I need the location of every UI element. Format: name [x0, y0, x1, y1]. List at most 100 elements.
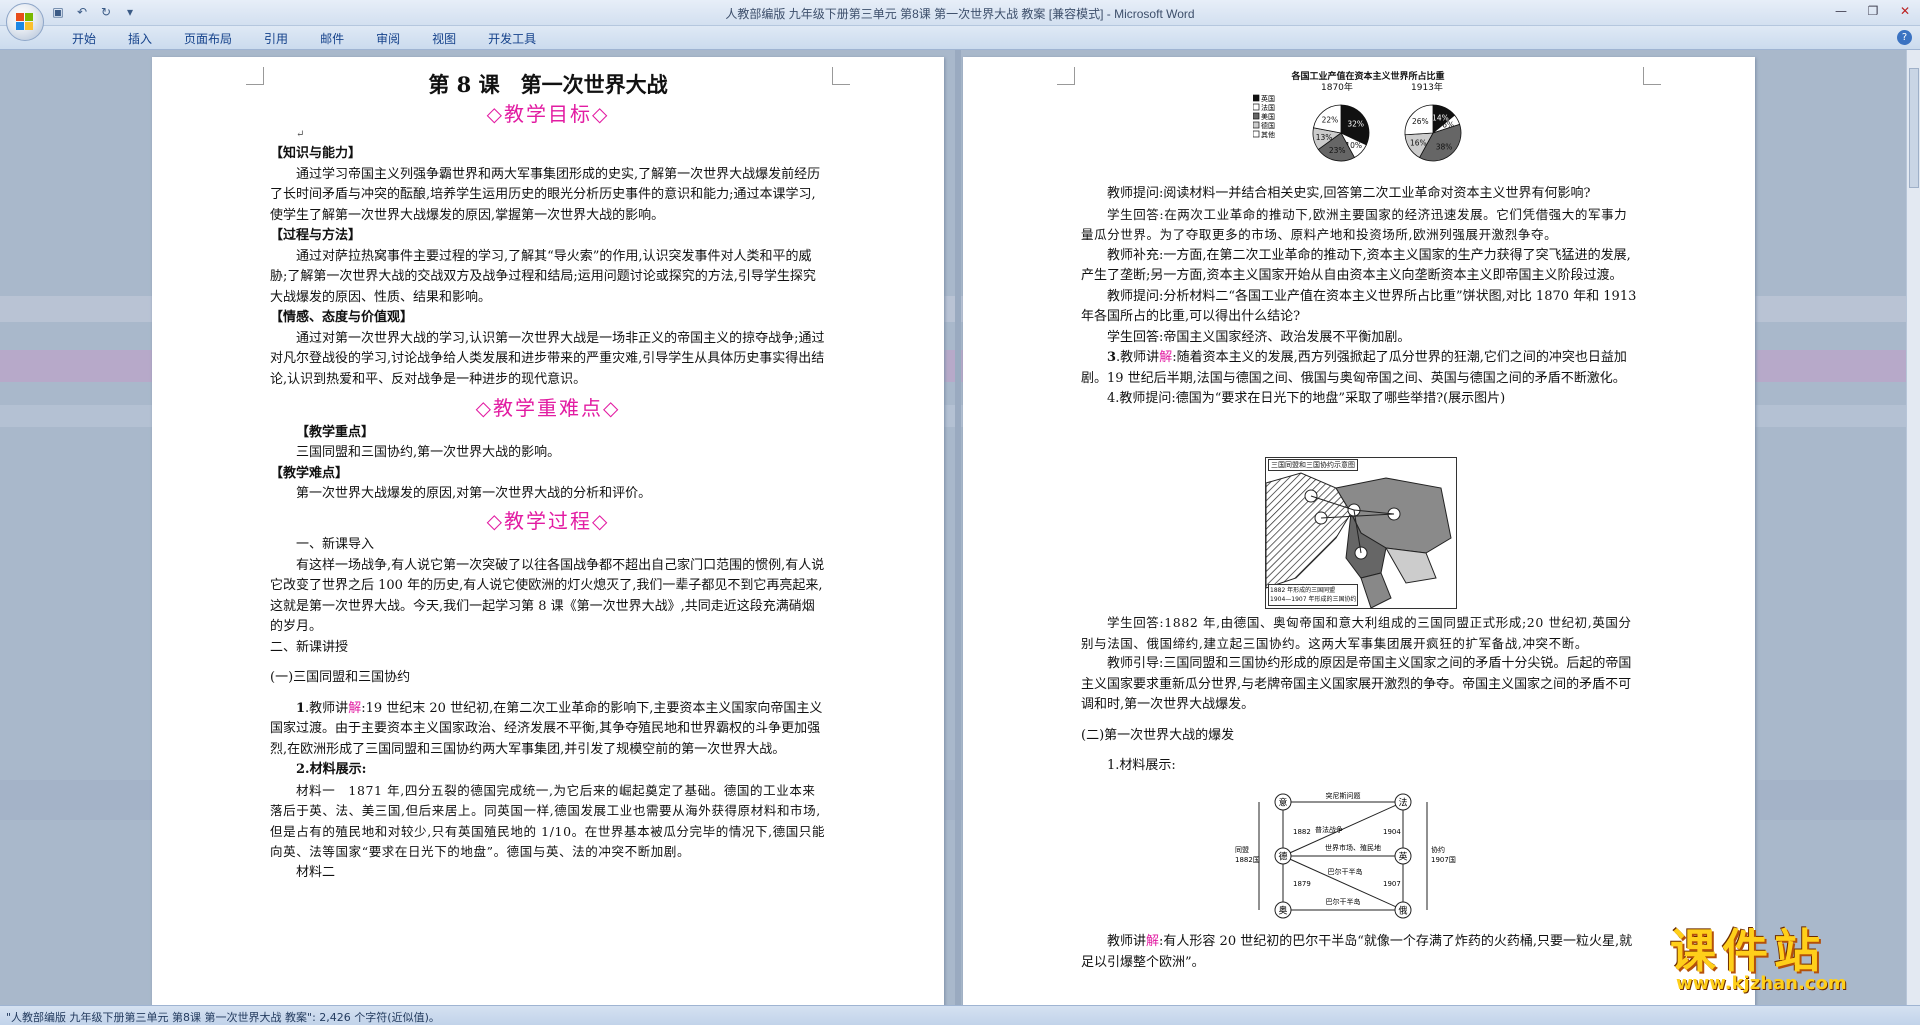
pie-legend-swatch: [1253, 112, 1260, 120]
margin-corner: [246, 67, 264, 85]
office-logo-icon: [16, 13, 34, 31]
section-head: (一)三国同盟和三国协约: [270, 670, 411, 685]
body-paragraph: 通过对萨拉热窝事件主要过程的学习,了解其“导火索”的作用,认识突发事件对人类和平…: [270, 248, 816, 305]
tab-developer[interactable]: 开发工具: [474, 30, 550, 48]
pie-1870-slice-label: 13%: [1316, 133, 1333, 142]
pie-1870-slice-label: 32%: [1347, 120, 1364, 129]
tab-references[interactable]: 引用: [250, 30, 302, 48]
pie-legend-label: 德国: [1261, 121, 1275, 130]
map-title: 三国同盟和三国协约示意图: [1268, 459, 1358, 471]
body-paragraph: 4.教师提问:德国为“要求在日光下的地盘”采取了哪些举措?(展示图片): [1107, 391, 1506, 406]
industry-share-figure: 各国工业产值在资本主义世界所占比重 1870年 1913年 英国 法国 美国 德国 其他…: [1253, 69, 1483, 189]
pie-legend-label: 美国: [1261, 112, 1275, 121]
body-paragraph: 学生回答:帝国主义国家经济、政治发展不平衡加剧。: [1107, 329, 1411, 345]
title-bar: ▣ ↶ ↻ ▾ 人教部编版 九年级下册第三单元 第8课 第一次世界大战 教案 […: [0, 0, 1920, 41]
tab-home[interactable]: 开始: [58, 30, 110, 48]
body-paragraph: 教师引导:三国同盟和三国协约形成的原因是帝国主义国家之间的矛盾十分尖锐。后起的帝…: [1081, 656, 1632, 712]
marked-text: 解: [1146, 934, 1160, 949]
body-paragraph: 第一次世界大战爆发的原因,对第一次世界大战的分析和评价。: [296, 486, 652, 501]
heading-teaching-process: ◇教学过程◇: [486, 508, 610, 533]
diagram-label: 1882: [1293, 828, 1311, 836]
document-page-left[interactable]: 第 8 课 第一次世界大战 ◇教学目标◇ ↵ 【知识与能力】 通过学习帝国主义列…: [152, 57, 944, 1005]
diagram-label: 普法战争: [1315, 825, 1343, 834]
maximize-icon[interactable]: ❐: [1864, 2, 1882, 20]
scrollbar-thumb[interactable]: [1909, 68, 1919, 188]
heading-key-points: ◇教学重难点◇: [475, 396, 621, 420]
body-paragraph: 通过学习帝国主义列强争霸世界和两大军事集团形成的史实,了解第一次世界大战爆发前经…: [270, 166, 821, 223]
diagram-label: 1879: [1293, 880, 1311, 888]
office-button[interactable]: [6, 3, 44, 41]
margin-corner: [1057, 67, 1075, 85]
lesson-title: 第 8 课 第一次世界大战: [428, 72, 668, 97]
text-run: .教师讲: [305, 700, 349, 716]
diagram-node-label: 奥: [1278, 905, 1287, 917]
section-head: 【教学难点】: [270, 465, 349, 481]
relations-diagram: 意 法德 英奥 俄 突尼斯问题 1882 1904 1879 1907 同盟 1882国 协约 1907…: [1233, 791, 1473, 922]
heading-teaching-goals: ◇教学目标◇: [486, 101, 610, 126]
pie-1913-slice-label: 16%: [1410, 138, 1427, 147]
pie-1870-slice-label: 22%: [1322, 116, 1339, 125]
tab-review[interactable]: 审阅: [362, 30, 414, 48]
vertical-scrollbar[interactable]: [1906, 50, 1920, 1005]
diagram-label: 世界市场、殖民地: [1325, 843, 1381, 852]
material-paragraph: 材料一 1871 年,四分五裂的德国完成统一,为它后来的崛起奠定了基础。德国的工…: [270, 782, 826, 860]
margin-corner: [1643, 67, 1661, 85]
text-run: .教师讲: [1116, 350, 1160, 365]
tab-mailings[interactable]: 邮件: [306, 30, 358, 48]
close-icon[interactable]: ✕: [1896, 2, 1914, 20]
map-legend-item: 1882 年形成的三国同盟: [1270, 587, 1336, 594]
pie-1913-slice-label: 38%: [1436, 142, 1453, 151]
diagram-label: 1907国: [1431, 856, 1456, 864]
body-paragraph: 1.教师讲解:19 世纪末 20 世纪初,在第二次工业革命的影响下,主要资本主义…: [270, 699, 826, 761]
diagram-node-label: 法: [1398, 797, 1407, 809]
section-head: 一、新课导入: [296, 537, 375, 552]
body-paragraph: 教师讲解:有人形容 20 世纪初的巴尔干半岛“就像一个存满了炸药的火药桶,只要一…: [1081, 932, 1637, 973]
body-paragraph: 通过对第一次世界大战的学习,认识第一次世界大战是一场非正义的帝国主义的掠夺战争;…: [270, 330, 825, 387]
empty-paragraph: ↵: [296, 129, 305, 140]
diagram-node-label: 俄: [1398, 905, 1407, 917]
map-legend: 1882 年形成的三国同盟 1904—1907 年形成的三国协约: [1268, 584, 1359, 606]
pie-charts: 英国法国美国德国其他32%10%23%13%22% 14%6%38%16%26%: [1253, 94, 1462, 162]
status-bar: "人教部编版 九年级下册第三单元 第8课 第一次世界大战 教案": 2,426 …: [0, 1005, 1920, 1025]
body-paragraph: 3.教师讲解:随着资本主义的发展,西方列强掀起了瓜分世界的狂潮,它们之间的冲突也…: [1081, 348, 1637, 389]
pie-legend-swatch: [1253, 121, 1260, 129]
status-text: "人教部编版 九年级下册第三单元 第8课 第一次世界大战 教案": 2,426 …: [6, 1011, 440, 1024]
pie-legend-swatch: [1253, 94, 1260, 102]
window-title: 人教部编版 九年级下册第三单元 第8课 第一次世界大战 教案 [兼容模式] - …: [725, 7, 1195, 21]
section-head: (二)第一次世界大战的爆发: [1081, 727, 1235, 743]
watermark-title: 课件站: [1670, 924, 1826, 978]
map-legend-item: 1904—1907 年形成的三国协约: [1270, 596, 1357, 603]
minimize-icon[interactable]: —: [1832, 2, 1850, 20]
alliance-map: 三国同盟和三国协约示意图 1882 年形成的三国同盟 1904—1907 年形成…: [1265, 457, 1457, 609]
window-controls: — ❐ ✕: [1832, 2, 1914, 20]
tab-insert[interactable]: 插入: [114, 30, 166, 48]
diagram-label: 同盟: [1235, 846, 1249, 854]
section-head: 二、新课讲授: [270, 639, 349, 655]
diagram-label: 1904: [1383, 828, 1401, 836]
text-run: :有人形容 20 世纪初的巴尔干半岛“就像一个存满了炸药的火药桶,只要一粒火星,…: [1081, 934, 1633, 970]
body-paragraph: 学生回答:1882 年,由德国、奥匈帝国和意大利组成的三国同盟正式形成;20 世…: [1081, 615, 1632, 651]
section-head: 【过程与方法】: [270, 228, 362, 243]
watermark-url: www.kjzhan.com: [1676, 973, 1847, 994]
pie-legend-swatch: [1253, 103, 1260, 111]
diagram-label: 1907: [1383, 880, 1401, 888]
diagram-node-label: 意: [1278, 797, 1287, 809]
section-head: 【情感、态度与价值观】: [270, 310, 414, 325]
body-paragraph: 教师提问:分析材料二“各国工业产值在资本主义世界所占比重”饼状图,对比 1870…: [1081, 288, 1637, 325]
document-workspace: 第 8 课 第一次世界大战 ◇教学目标◇ ↵ 【知识与能力】 通过学习帝国主义列…: [0, 50, 1920, 1005]
diagram-label: 巴尔干半岛: [1328, 867, 1363, 876]
tab-page-layout[interactable]: 页面布局: [170, 30, 246, 48]
page-gap: [955, 50, 961, 1005]
ribbon-tabs: 开始 插入 页面布局 引用 邮件 审阅 视图 开发工具: [58, 30, 550, 48]
pie-legend-label: 法国: [1261, 103, 1275, 112]
pie-1913-slice-label: 26%: [1412, 117, 1429, 126]
body-paragraph: 学生回答:在两次工业革命的推动下,欧洲主要国家的经济迅速发展。它们凭借强大的军事…: [1081, 206, 1628, 243]
pie-legend-label: 英国: [1261, 94, 1275, 103]
document-page-right[interactable]: 各国工业产值在资本主义世界所占比重 1870年 1913年 英国 法国 美国 德国 其他…: [963, 57, 1755, 1005]
body-paragraph: 1.材料展示:: [1107, 758, 1176, 773]
tab-view[interactable]: 视图: [418, 30, 470, 48]
body-paragraph: 有这样一场战争,有人说它第一次突破了以往各国战争都不超出自己家门口范围的惯例,有…: [270, 557, 825, 635]
help-icon[interactable]: ?: [1897, 30, 1912, 45]
figure-title: 各国工业产值在资本主义世界所占比重: [1291, 72, 1445, 82]
body-paragraph: 教师提问:阅读材料一并结合相关史实,回答第二次工业革命对资本主义世界有何影响?: [1107, 186, 1591, 201]
